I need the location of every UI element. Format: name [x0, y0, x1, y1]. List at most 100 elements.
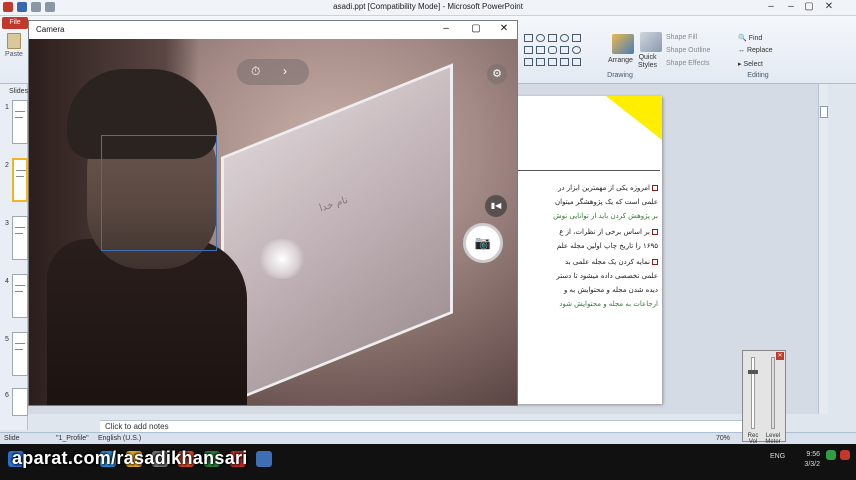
system-clock[interactable]: 9:56 3/3/2: [790, 450, 820, 470]
slide-line-text: دیده شدن مجله و محتوایش به و: [563, 286, 658, 294]
input-language[interactable]: ENG: [770, 453, 785, 460]
camera-window[interactable]: Camera – ▢ ✕ نام خدا ⏱ › ⚙ ▮◀ 📷: [28, 20, 518, 406]
slide-thumbnail-2[interactable]: [12, 158, 28, 202]
slide-thumbnail-4[interactable]: [12, 274, 28, 318]
oval-shape-icon[interactable]: [536, 34, 545, 42]
slide-number: 5: [5, 336, 9, 343]
word-icon[interactable]: [256, 451, 272, 467]
desktop-screen: asadi.ppt [Compatibility Mode] - Microso…: [0, 0, 856, 480]
paste-label: Paste: [5, 51, 23, 58]
slide-thumbnail-6[interactable]: [12, 388, 28, 416]
status-bar: Slide "1_Profile" English (U.S.) 70%: [0, 432, 856, 444]
find-button[interactable]: 🔍 Find: [738, 34, 762, 42]
current-slide[interactable]: امروزه یکی از مهمترین ابزار در علمی است ک…: [516, 96, 662, 404]
meter-close-button[interactable]: ✕: [776, 352, 784, 360]
notes-pane[interactable]: Click to add notes: [100, 420, 750, 432]
select-button[interactable]: ▸ Select: [738, 60, 763, 68]
slide-line-text: علمی تخصصی داده میشود تا دستر: [556, 272, 658, 280]
replace-label: Replace: [746, 47, 773, 54]
slide-thumbnail-1[interactable]: [12, 100, 28, 144]
file-tab[interactable]: File: [2, 17, 28, 29]
replace-button[interactable]: ↔ Replace: [738, 47, 773, 54]
minimize-button[interactable]: –: [784, 1, 798, 12]
rectangle-shape-icon[interactable]: [524, 34, 533, 42]
arrange-icon[interactable]: [612, 34, 634, 54]
camera-maximize-button[interactable]: ▢: [469, 23, 483, 34]
slide-text-line[interactable]: بر اساس برخی از نظرات، از ع: [520, 228, 658, 236]
take-photo-button[interactable]: 📷: [463, 223, 503, 263]
bullet-icon: [652, 185, 658, 191]
triangle-shape-icon[interactable]: [572, 58, 581, 66]
face-detection-box: [101, 135, 217, 251]
rec-volume-knob[interactable]: [748, 370, 758, 374]
oval-shape-icon[interactable]: [572, 46, 581, 54]
watermark: aparat.com/rasadikhansari: [12, 448, 248, 468]
slide-line-text: بر اساس برخی از نظرات، از ع: [559, 228, 650, 236]
curve-shape-icon[interactable]: [524, 58, 533, 66]
shape-fill-button[interactable]: Shape Fill: [666, 34, 697, 41]
slide-line-text: امروزه یکی از مهمترین ابزار در: [558, 184, 650, 192]
triangle-shape-icon[interactable]: [572, 34, 581, 42]
ribbon-minimize-button[interactable]: –: [764, 1, 778, 12]
slide-divider: [518, 170, 660, 171]
slide-text-line[interactable]: نمایه کردن یک مجله علمی بد: [520, 258, 658, 266]
slide-thumbnail-3[interactable]: [12, 216, 28, 260]
slide-number: 1: [5, 104, 9, 111]
vertical-scrollbar[interactable]: [818, 84, 828, 414]
brace-shape-icon[interactable]: [548, 58, 557, 66]
slides-tab[interactable]: Slides: [9, 88, 28, 95]
camera-title: Camera: [36, 25, 65, 34]
tray-app-icon[interactable]: [826, 450, 836, 460]
bullet-icon: [652, 259, 658, 265]
brace-shape-icon[interactable]: [536, 58, 545, 66]
slide-text-line[interactable]: علمی است که یک پژوهشگر میتوان: [520, 198, 658, 206]
paste-button[interactable]: Paste: [4, 33, 24, 65]
slide-thumbnail-5[interactable]: [12, 332, 28, 376]
zoom-level[interactable]: 70%: [716, 435, 730, 442]
rounded-rect-shape-icon[interactable]: [548, 46, 557, 54]
camera-toolbar[interactable]: ⏱ ›: [237, 59, 309, 85]
camera-close-button[interactable]: ✕: [497, 23, 511, 34]
shape-effects-button[interactable]: Shape Effects: [666, 60, 709, 67]
star-shape-icon[interactable]: [560, 58, 569, 66]
theme-name: "1_Profile": [56, 435, 89, 442]
slide-indicator: Slide: [4, 435, 20, 442]
rectangle-shape-icon[interactable]: [548, 34, 557, 42]
slide-corner-decoration: [606, 96, 662, 140]
slide-text-line[interactable]: امروزه یکی از مهمترین ابزار در: [520, 184, 658, 192]
connector-shape-icon[interactable]: [536, 46, 545, 54]
window-title: asadi.ppt [Compatibility Mode] - Microso…: [333, 2, 523, 11]
slide-text-line[interactable]: ارجاعات به مجله و محتوایش شود: [520, 300, 658, 308]
video-mode-button[interactable]: ▮◀: [485, 195, 507, 217]
language-indicator[interactable]: English (U.S.): [98, 435, 141, 442]
quick-styles-icon[interactable]: [640, 32, 662, 52]
shapes-gallery[interactable]: [524, 34, 604, 70]
slide-text-line[interactable]: بر پژوهش کردن باید از توانایی نوش: [520, 212, 658, 220]
clock-time: 9:56: [806, 451, 820, 458]
shape-outline-button[interactable]: Shape Outline: [666, 47, 710, 54]
oval-shape-icon[interactable]: [560, 34, 569, 42]
rec-volume-slider[interactable]: [748, 357, 758, 429]
chevron-right-icon[interactable]: ›: [283, 64, 287, 78]
slide-line-text: بر پژوهش کردن باید از توانایی نوش: [553, 212, 658, 220]
slide-line-text: ۱۶۹۵ را تاریخ چاپ اولین مجله علم: [556, 242, 658, 250]
level-meter-window[interactable]: ✕ Rec Vol Level Meter: [742, 350, 786, 445]
arrange-button[interactable]: Arrange: [608, 57, 633, 64]
slide-text-line[interactable]: علمی تخصصی داده میشود تا دستر: [520, 272, 658, 280]
slide-text-line[interactable]: دیده شدن مجله و محتوایش به و: [520, 286, 658, 294]
gear-icon[interactable]: ⚙: [487, 64, 507, 84]
close-button[interactable]: ✕: [822, 1, 836, 12]
maximize-button[interactable]: ▢: [802, 1, 816, 12]
arrow-shape-icon[interactable]: [524, 46, 533, 54]
camera-minimize-button[interactable]: –: [439, 23, 453, 34]
quick-styles-button[interactable]: Quick Styles: [638, 54, 657, 70]
scrollbar-thumb[interactable]: [820, 106, 828, 118]
whiteboard: [221, 63, 453, 405]
timer-icon[interactable]: ⏱: [251, 64, 260, 79]
star-shape-icon[interactable]: [560, 46, 569, 54]
select-label: Select: [743, 61, 763, 68]
bullet-icon: [652, 229, 658, 235]
app-titlebar: asadi.ppt [Compatibility Mode] - Microso…: [0, 0, 856, 16]
slide-text-line[interactable]: ۱۶۹۵ را تاریخ چاپ اولین مجله علم: [520, 242, 658, 250]
tray-app-icon[interactable]: [840, 450, 850, 460]
